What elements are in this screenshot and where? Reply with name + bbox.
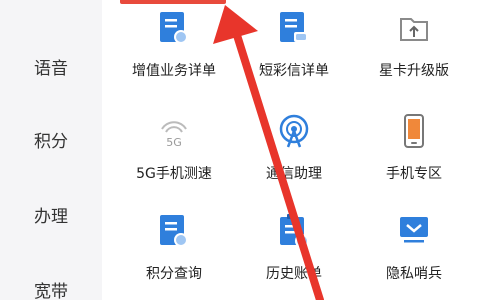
sidebar-item-handle[interactable]: 办理 [0,202,102,227]
grid-item-vas-detail[interactable]: 增值业务详单 [112,0,236,92]
assistant-antenna-icon [279,114,309,148]
sidebar: 语音 积分 办理 宽带 [0,0,102,302]
grid-item-points-query[interactable]: 积分查询 [112,203,236,295]
grid-item-comm-assistant[interactable]: 通信助理 [232,103,356,195]
grid-item-5g-speed[interactable]: 5G 5G手机测速 [112,103,236,195]
grid-item-label: 手机专区 [386,166,442,182]
points-doc-icon [160,215,188,247]
service-grid: 增值业务详单 短彩信详单 星卡升级版 5G 5G手机测速 通信助理 手机专区 积… [102,0,480,300]
grid-item-label: 增值业务详单 [132,63,216,79]
sidebar-item-voice[interactable]: 语音 [0,54,102,79]
grid-item-label: 短彩信详单 [259,63,329,79]
grid-item-privacy-sentry[interactable]: 隐私哨兵 [352,203,476,295]
grid-item-label: 通信助理 [266,166,322,182]
sidebar-item-points[interactable]: 积分 [0,127,102,152]
grid-item-star-card[interactable]: 星卡升级版 [352,0,476,92]
folder-upload-icon [400,18,428,41]
grid-item-label: 隐私哨兵 [386,266,442,282]
grid-item-label: 积分查询 [146,266,202,282]
5g-signal-icon: 5G [161,121,187,149]
grid-item-label: 星卡升级版 [379,63,449,79]
grid-item-history-bill[interactable]: 历史账单 [232,203,356,295]
privacy-monitor-icon [400,217,428,243]
doc-search-icon [160,12,188,44]
grid-item-label: 历史账单 [266,266,322,282]
history-bill-icon [280,214,309,248]
grid-item-label: 5G手机测速 [136,166,212,182]
phone-icon [404,114,424,148]
doc-message-icon [280,12,308,42]
grid-item-phone-zone[interactable]: 手机专区 [352,103,476,195]
sidebar-item-broadband[interactable]: 宽带 [0,277,102,302]
svg-text:5G: 5G [166,136,182,149]
grid-item-sms-detail[interactable]: 短彩信详单 [232,0,356,92]
